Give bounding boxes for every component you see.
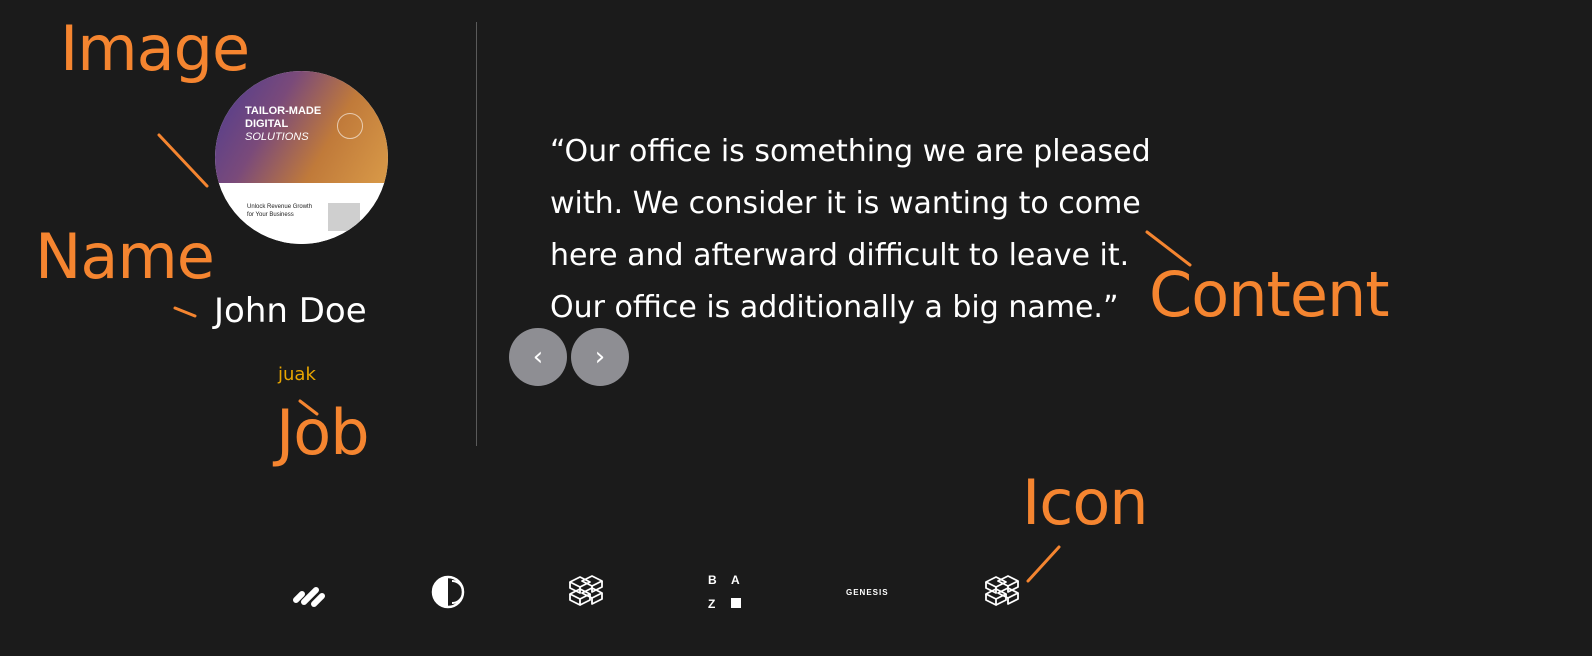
baz-logo-square <box>731 598 741 608</box>
annotation-job-label: Job <box>276 396 370 469</box>
testimonial-quote: “Our office is something we are pleased … <box>550 126 1190 334</box>
genesis-logo-icon: GENESIS <box>846 588 889 597</box>
previous-testimonial-button[interactable]: ‹ <box>509 328 567 386</box>
avatar-body-section: Unlock Revenue Growth for Your Business <box>215 183 388 244</box>
quote-line: here and afterward difficult to leave it… <box>550 238 1130 273</box>
stacked-blocks-logo-icon <box>982 572 1022 612</box>
half-circle-logo-icon <box>430 572 466 612</box>
avatar-body-line1: Unlock Revenue Growth <box>247 204 313 210</box>
testimonial-avatar: TAILOR-MADE DIGITAL SOLUTIONS Unlock Rev… <box>215 71 388 244</box>
slash-mark-logo-icon <box>290 572 328 612</box>
stacked-blocks-logo-icon <box>566 572 606 612</box>
avatar-body-thumbnail <box>328 203 360 231</box>
annotation-name-label: Name <box>35 220 215 293</box>
baz-logo-letter-z: Z <box>708 597 716 611</box>
avatar-body-title: Unlock Revenue Growth for Your Business <box>247 203 312 219</box>
person-name: John Doe <box>214 291 367 331</box>
avatar-hero-circle <box>337 113 363 139</box>
client-logos-strip: B A Z GENESIS <box>0 560 1592 630</box>
next-testimonial-button[interactable]: › <box>571 328 629 386</box>
pointer-image <box>157 133 209 188</box>
baz-logo-icon: B A Z <box>706 572 746 612</box>
avatar-hero-section: TAILOR-MADE DIGITAL SOLUTIONS <box>215 71 388 183</box>
avatar-hero-title: TAILOR-MADE DIGITAL SOLUTIONS <box>245 105 321 144</box>
baz-logo-letter-b: B <box>708 573 717 587</box>
person-job: juak <box>278 364 316 385</box>
quote-line: Our office is additionally a big name.” <box>550 290 1119 325</box>
avatar-hero-line2: DIGITAL <box>245 118 289 130</box>
quote-line: “Our office is something we are pleased <box>550 134 1151 169</box>
annotation-icon-label: Icon <box>1022 466 1149 539</box>
pointer-name <box>173 306 197 318</box>
avatar-hero-line1: TAILOR-MADE <box>245 105 322 117</box>
vertical-divider <box>476 22 477 446</box>
avatar-body-line2: for Your Business <box>247 212 294 218</box>
avatar-hero-line3: SOLUTIONS <box>245 131 309 143</box>
quote-line: with. We consider it is wanting to come <box>550 186 1141 221</box>
baz-logo-letter-a: A <box>731 573 740 587</box>
